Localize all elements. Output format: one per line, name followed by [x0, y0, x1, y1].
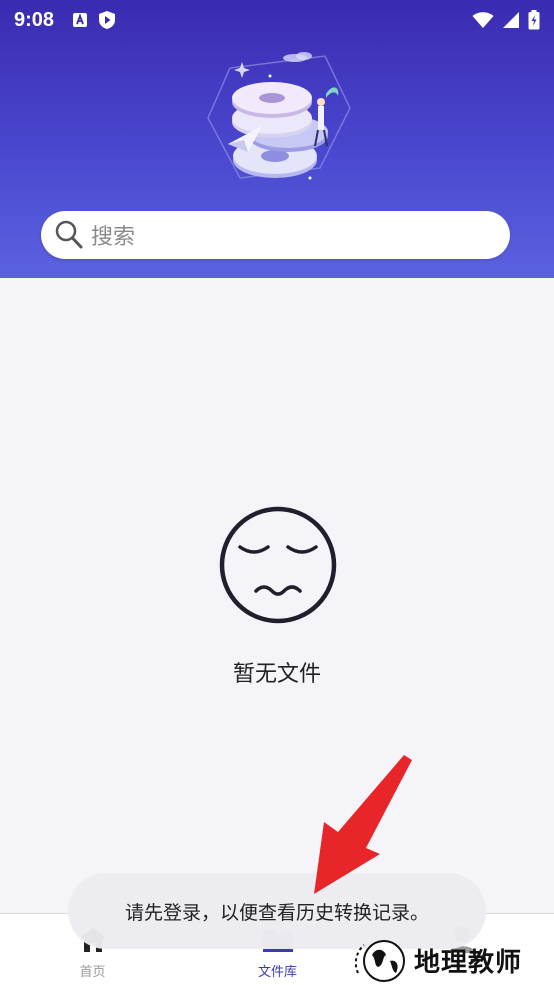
header-banner: 9:08 搜索 [0, 0, 554, 278]
status-icons-right [472, 10, 540, 30]
globe-logo-icon [354, 940, 405, 982]
sad-face-icon [219, 506, 337, 624]
signal-icon [503, 12, 519, 28]
search-placeholder: 搜索 [91, 225, 136, 250]
tab-home-label: 首页 [79, 965, 106, 980]
wifi-icon [472, 12, 494, 28]
search-input[interactable]: 搜索 [41, 211, 510, 259]
red-arrow-annotation [314, 755, 412, 894]
shield-play-icon [99, 11, 116, 29]
storage-illustration [207, 52, 351, 180]
status-icons-left [72, 10, 116, 30]
status-time: 9:08 [14, 8, 55, 31]
watermark: 地理教师 [354, 935, 554, 985]
tab-file-library-label: 文件库 [257, 965, 297, 980]
status-bar: 9:08 [0, 0, 554, 40]
watermark-text: 地理教师 [414, 947, 523, 978]
search-icon [55, 220, 83, 249]
font-icon [73, 13, 88, 27]
battery-icon [528, 10, 540, 30]
empty-state-message: 暂无文件 [232, 662, 321, 687]
